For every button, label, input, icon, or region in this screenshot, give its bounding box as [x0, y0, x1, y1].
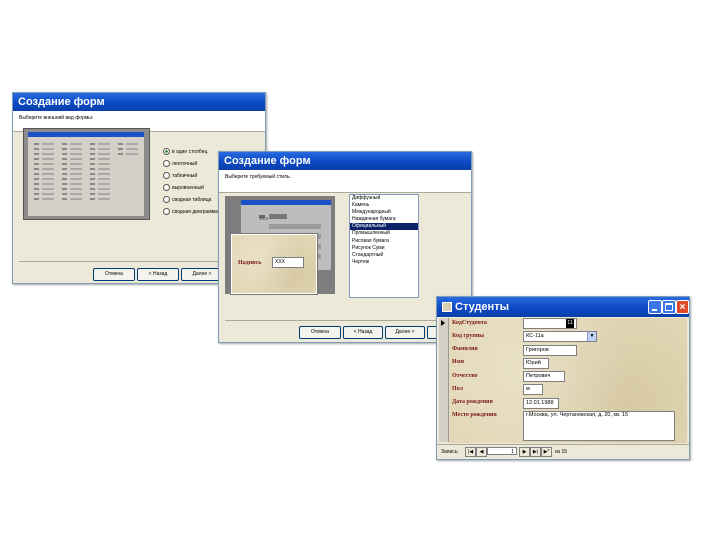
wizard2-style-preview: Надпись XXX XXX — [225, 196, 335, 294]
radio-selected-icon — [163, 148, 170, 155]
chevron-down-icon[interactable]: ▼ — [587, 332, 596, 341]
style-item[interactable]: Диффузный — [350, 195, 418, 202]
wizard1-layout-preview — [23, 128, 150, 220]
layout-option-tabular-strip[interactable]: ленточный — [163, 160, 197, 167]
minimize-icon[interactable] — [648, 300, 662, 314]
field-birth-place[interactable]: г.Москва, ул. Чертановская, д. 20, кв. 1… — [523, 411, 675, 441]
field-label-gender: Пол — [452, 386, 463, 392]
layout-option-justified[interactable]: выровненный — [163, 184, 204, 191]
layout-option-label: выровненный — [172, 184, 204, 191]
current-record-input[interactable]: 1 — [487, 447, 517, 455]
style-item[interactable]: Промышленный — [350, 230, 418, 237]
next-record-icon[interactable]: ▶ — [519, 447, 530, 457]
wizard2-header-divider — [219, 192, 471, 193]
radio-icon — [163, 184, 170, 191]
field-last-name[interactable]: Григоров — [523, 345, 577, 356]
radio-icon — [163, 208, 170, 215]
field-label-last-name: Фамилия — [452, 346, 478, 352]
style-item[interactable]: Стандартный — [350, 252, 418, 259]
wizard2-next-button[interactable]: Далее > — [385, 326, 425, 339]
students-form-body: КодСтудента 11 Код группы КС-11а ▼ Фамили… — [449, 318, 687, 443]
previous-record-icon[interactable]: ◀ — [476, 447, 487, 457]
layout-option-label: табличный — [172, 172, 198, 179]
field-label-birth-place: Место рождения — [452, 412, 497, 418]
record-selector[interactable] — [439, 318, 449, 442]
wizard2-preview-label: Надпись — [238, 260, 262, 266]
first-record-icon[interactable]: |◀ — [465, 447, 476, 457]
layout-option-label: в один столбец — [172, 148, 208, 155]
wizard1-next-button[interactable]: Далее > — [181, 268, 223, 281]
field-label-birth-date: Дата рождения — [452, 399, 493, 405]
layout-option-pivot-table[interactable]: сводная таблица — [163, 196, 211, 203]
wizard1-titlebar: Создание форм — [13, 93, 265, 111]
students-title: Студенты — [455, 301, 509, 313]
wizard2-preview-field-caption: XXX — [259, 216, 269, 221]
form-app-icon — [442, 302, 452, 313]
last-record-icon[interactable]: ▶| — [530, 447, 541, 457]
students-titlebar: Студенты × — [437, 297, 689, 317]
field-label-patronymic: Отчество — [452, 373, 478, 379]
field-group-code[interactable]: КС-11а ▼ — [523, 331, 597, 342]
close-icon[interactable]: × — [676, 300, 689, 314]
wizard2-cancel-button[interactable]: Отмена — [299, 326, 341, 339]
field-patronymic[interactable]: Петрович — [523, 371, 565, 382]
wizard1-preview-grid — [34, 143, 138, 200]
nav-total-records: из 15 — [555, 449, 568, 455]
field-student-id-value: 11 — [566, 319, 574, 328]
wizard1-prompt: Выберите внешний вид формы: — [19, 115, 94, 121]
form-style-wizard-window: Создание форм Выберите требуемый стиль. … — [218, 151, 472, 343]
wizard2-preview-field: XXX — [272, 257, 304, 268]
field-birth-date[interactable]: 12.01.1988 — [523, 398, 559, 409]
wizard2-preview-sample: Надпись XXX — [231, 234, 317, 294]
field-label-group-code: Код группы — [452, 333, 484, 339]
layout-option-datasheet[interactable]: табличный — [163, 172, 197, 179]
layout-option-label: сводная диаграмма — [172, 208, 218, 215]
layout-option-label: ленточный — [172, 160, 198, 167]
field-label-first-name: Имя — [452, 359, 464, 365]
radio-icon — [163, 172, 170, 179]
maximize-icon[interactable] — [662, 300, 676, 314]
field-student-id[interactable]: 11 — [523, 318, 577, 329]
style-item[interactable]: Рисовая бумага — [350, 238, 418, 245]
wizard2-footer-divider — [225, 320, 465, 321]
students-form-window: Студенты × КодСтудента 11 Код группы КС-… — [436, 296, 690, 460]
new-record-icon[interactable]: ▶* — [541, 447, 552, 457]
field-first-name[interactable]: Юрий — [523, 358, 549, 369]
radio-icon — [163, 160, 170, 167]
layout-option-pivot-chart[interactable]: сводная диаграмма — [163, 208, 218, 215]
layout-option-columnar[interactable]: в один столбец — [163, 148, 207, 155]
wizard1-cancel-button[interactable]: Отмена — [93, 268, 135, 281]
wizard2-back-button[interactable]: < Назад — [343, 326, 383, 339]
wizard2-titlebar: Создание форм — [219, 152, 471, 170]
radio-icon — [163, 196, 170, 203]
wizard2-title: Создание форм — [224, 155, 311, 167]
record-navigation-bar: Запись: |◀ ◀ 1 ▶ ▶| ▶* из 15 — [437, 444, 689, 459]
layout-option-label: сводная таблица — [172, 196, 212, 203]
wizard1-title: Создание форм — [18, 96, 105, 108]
nav-record-label: Запись: — [441, 449, 459, 455]
wizard2-style-list[interactable]: Диффузный Камень Международный Наждачная… — [349, 194, 419, 298]
style-item[interactable]: Чертеж — [350, 259, 418, 266]
wizard2-prompt: Выберите требуемый стиль. — [225, 174, 291, 180]
current-record-arrow-icon — [441, 320, 445, 326]
style-item[interactable]: Международный — [350, 209, 418, 216]
wizard1-back-button[interactable]: < Назад — [137, 268, 179, 281]
style-item[interactable]: Рисунок Суми — [350, 245, 418, 252]
field-group-code-value: КС-11а — [526, 333, 544, 339]
wizard2-header: Выберите требуемый стиль. — [219, 170, 471, 192]
field-label-student-id: КодСтудента — [452, 320, 487, 326]
field-gender[interactable]: м — [523, 384, 543, 395]
